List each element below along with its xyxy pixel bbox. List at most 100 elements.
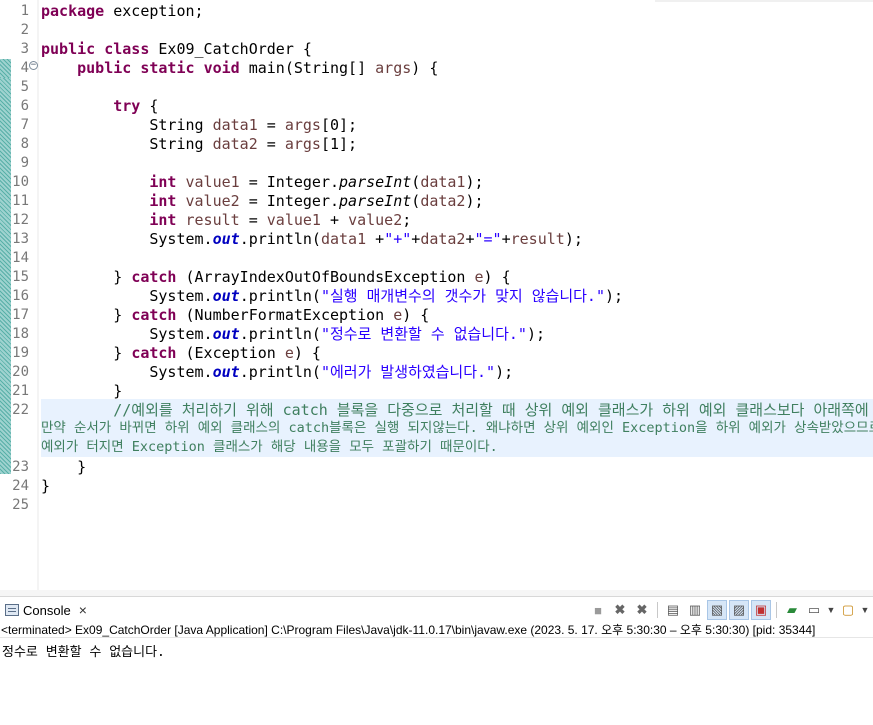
code-token: ) { [483,268,511,286]
code-token: .println( [239,287,321,305]
word-wrap-icon[interactable]: ▧ [707,600,727,620]
code-line[interactable]: 23 } [0,458,873,477]
code-token: System. [41,287,213,305]
code-line[interactable]: 9 [0,154,873,173]
collapse-icon[interactable]: − [29,61,38,70]
code-token: ) { [293,344,321,362]
code-token: System. [41,363,213,381]
stop-square-icon[interactable]: ■ [588,600,608,620]
variable-token: data2 [420,230,466,248]
code-line[interactable]: 25 [0,496,873,515]
code-line[interactable]: 7 String data1 = args[0]; [0,116,873,135]
code-token: String [41,116,213,134]
code-token: exception; [104,2,204,20]
chevron-down-icon[interactable]: ▼ [860,605,870,615]
variable-token: args [284,116,321,134]
pin-console-icon[interactable]: ▰ [782,600,802,620]
code-text: public class Ex09_CatchOrder { [41,40,312,59]
code-text: int value2 = Integer.parseInt(data2); [41,192,484,211]
code-token: = [257,135,285,153]
code-line[interactable]: 15 } catch (ArrayIndexOutOfBoundsExcepti… [0,268,873,287]
code-token: ); [465,192,484,210]
code-text: System.out.println("에러가 발생하였습니다."); [41,363,513,382]
show-on-stdout-icon[interactable]: ▨ [729,600,749,620]
code-line[interactable]: 24} [0,477,873,496]
code-token: System. [41,230,213,248]
code-line[interactable]: 17 } catch (NumberFormatException e) { [0,306,873,325]
open-console-icon[interactable]: ▢ [838,600,858,620]
line-number: 19 [12,345,29,361]
code-line[interactable]: 14 [0,249,873,268]
code-line[interactable]: 22 //예외를 처리하기 위해 catch 블록을 다중으로 처리할 때 상위… [0,401,873,420]
code-line[interactable]: 18 System.out.println("정수로 변환할 수 없습니다.")… [0,325,873,344]
variable-token: value1 [266,211,321,229]
tab-console[interactable]: Console × [2,599,93,621]
tab-console-label: Console [23,602,71,618]
toolbar-separator [776,602,777,618]
variable-token: result [185,211,240,229]
line-number: 15 [12,269,29,285]
display-selected-console-icon[interactable]: ▭ [804,600,824,620]
code-token: .println( [239,230,321,248]
code-line[interactable]: 3 public class Ex09_CatchOrder { [0,40,873,59]
code-line[interactable]: 5 [0,78,873,97]
code-line[interactable]: 1 package exception; [0,2,873,21]
code-token: ); [564,230,583,248]
clear-console-icon[interactable]: ▤ [663,600,683,620]
chevron-down-icon[interactable]: ▼ [826,605,836,615]
code-text: } [41,382,122,401]
line-number: 21 [12,383,29,399]
code-text: package exception; [41,2,204,21]
code-text: int result = value1 + value2; [41,211,411,230]
code-text: } catch (Exception e) { [41,344,321,363]
code-line[interactable]: 2 [0,21,873,40]
console-view: Console × ■ ✖ ✖ ▤ ▥ ▧ ▨ ▣ ▰ ▭ ▼ ▢ ▼ <ter… [0,596,873,725]
code-token: ( [411,192,421,210]
close-icon[interactable]: × [79,603,87,617]
code-line[interactable]: 21 } [0,382,873,401]
code-token: ) { [402,306,430,324]
show-on-stderr-icon[interactable]: ▣ [751,600,771,620]
console-tab-bar: Console × ■ ✖ ✖ ▤ ▥ ▧ ▨ ▣ ▰ ▭ ▼ ▢ ▼ [0,597,873,621]
code-line[interactable]: 6 try { [0,97,873,116]
code-text: public static void main(String[] args) { [41,59,438,78]
code-token: out [212,325,240,343]
code-line[interactable]: 8 String data2 = args[1]; [0,135,873,154]
code-text: String data1 = args[0]; [41,116,357,135]
string-token: "=" [474,230,502,248]
code-token: { [140,97,159,115]
code-line[interactable]: 16 System.out.println("실행 매개변수의 갯수가 맞지 않… [0,287,873,306]
code-line[interactable]: 11 int value2 = Integer.parseInt(data2); [0,192,873,211]
comment-wrap-line: 만약 순서가 바뀌면 하위 예외 클래스의 catch블록은 실행 되지않는다.… [41,420,873,436]
console-output-text[interactable]: 정수로 변환할 수 없습니다. [2,641,165,660]
keyword-token: int [149,192,177,210]
keyword-token: try [113,97,141,115]
comment-wrap-line: 예외가 터지면 Exception 클래스가 해당 내용을 모두 포괄하기 때문… [41,439,498,455]
variable-token: data2 [212,135,258,153]
code-line[interactable]: 20 System.out.println("에러가 발생하였습니다."); [0,363,873,382]
remove-all-terminated-icon[interactable]: ✖ [632,600,652,620]
code-editor[interactable]: 1 package exception; 2 3 public class Ex09_C… [0,0,873,596]
code-line[interactable]: 10 int value1 = Integer.parseInt(data1); [0,173,873,192]
code-token: = Integer. [239,192,340,210]
remove-launch-icon[interactable]: ✖ [610,600,630,620]
code-line[interactable]: 19 } catch (Exception e) { [0,344,873,363]
code-token: ); [465,173,484,191]
code-line[interactable]: 12 int result = value1 + value2; [0,211,873,230]
scroll-lock-icon[interactable]: ▥ [685,600,705,620]
code-line[interactable]: 13 System.out.println(data1 +"+"+data2+"… [0,230,873,249]
code-token: = [257,116,285,134]
variable-token: e [393,306,403,324]
line-number: 25 [12,497,29,513]
code-token: parseInt [339,173,412,191]
variable-token: data1 [420,173,466,191]
code-line[interactable]: 4− public static void main(String[] args… [0,59,873,78]
code-token: } [41,382,123,400]
code-text: //예외를 처리하기 위해 catch 블록을 다중으로 처리할 때 상위 예외… [41,401,873,420]
